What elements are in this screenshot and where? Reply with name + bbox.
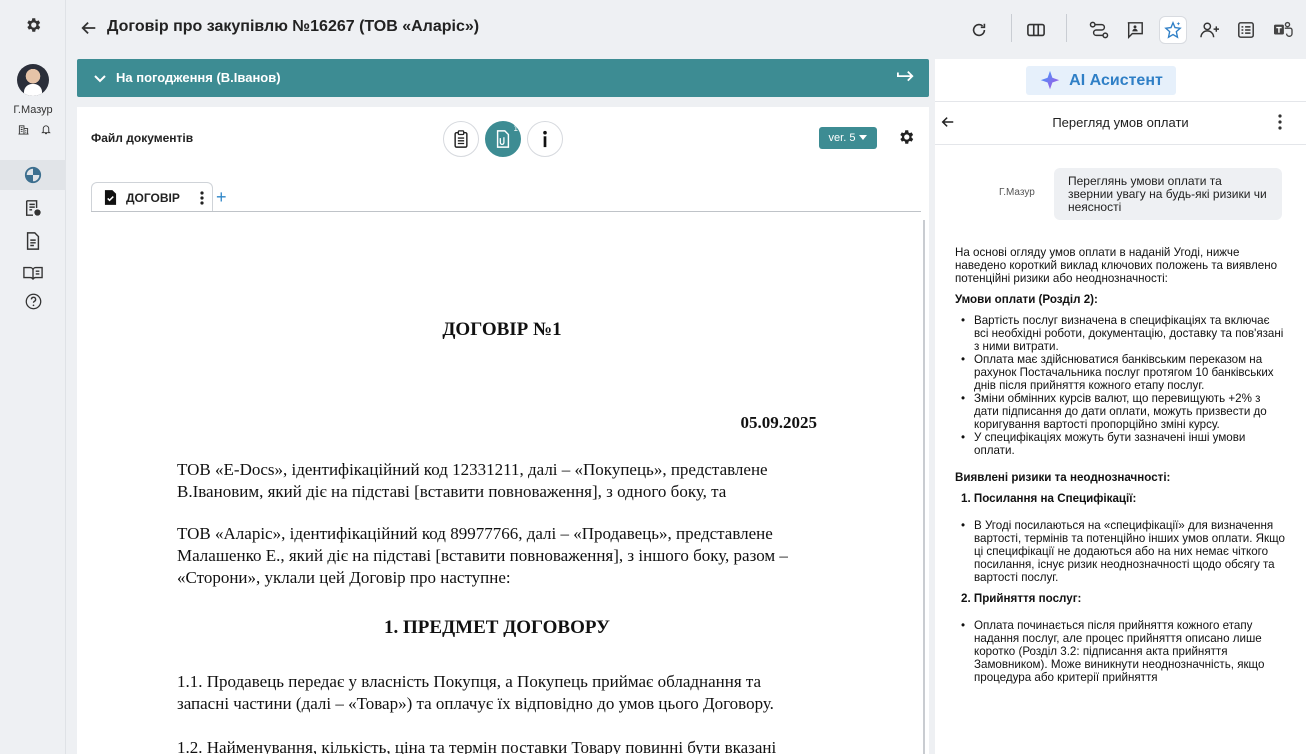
- list-item: Вартість послуг визначена в специфікація…: [955, 314, 1285, 353]
- add-tab-plus-icon[interactable]: +: [216, 187, 227, 208]
- book-icon[interactable]: [0, 265, 66, 281]
- user-message-bubble: Переглянь умови оплати та звернии увагу …: [1054, 168, 1282, 220]
- ai-assistant-title-pill: AI Асистент: [1026, 66, 1176, 95]
- clipboard-button[interactable]: [443, 121, 479, 157]
- payment-terms-list: Вартість послуг визначена в специфікація…: [955, 314, 1285, 457]
- risk-2-list: Оплата починається після прийняття кожно…: [955, 619, 1285, 684]
- message-author: Г.Мазур: [999, 187, 1035, 198]
- route-icon[interactable]: [1085, 16, 1113, 44]
- refresh-icon[interactable]: [965, 16, 993, 44]
- response-intro: На основі огляду умов оплати в наданій У…: [955, 246, 1278, 285]
- tab-contract[interactable]: ДОГОВІР: [91, 182, 213, 212]
- list-item: Зміни обмінних курсів валют, що перевищу…: [955, 392, 1285, 431]
- teams-icon[interactable]: [1269, 16, 1297, 44]
- bell-icon[interactable]: [13, 124, 79, 135]
- settings-gear-icon[interactable]: [0, 16, 66, 34]
- header-divider: [1066, 14, 1067, 42]
- risk-1-title: 1. Посилання на Специфікації:: [961, 492, 1137, 505]
- task-list-clock-icon[interactable]: [0, 199, 66, 217]
- sparkle-icon: [1041, 70, 1060, 89]
- list-view-icon[interactable]: [1232, 16, 1260, 44]
- tab-menu-kebab-icon[interactable]: [200, 191, 204, 210]
- ai-conversation-header: Перегляд умов оплати: [935, 103, 1306, 145]
- approval-status-bar[interactable]: На погодження (В.Іванов): [77, 59, 929, 97]
- conversation-title: Перегляд умов оплати: [1052, 115, 1189, 130]
- list-item: Оплата має здійснюватися банківським пер…: [955, 353, 1285, 392]
- list-item: Оплата починається після прийняття кожно…: [955, 619, 1285, 684]
- party1-paragraph: ТОВ «E-Docs», ідентифікаційний код 12331…: [177, 460, 768, 501]
- risk-1-list: В Угоді посилаються на «специфікації» дл…: [955, 519, 1285, 584]
- info-button[interactable]: [527, 121, 563, 157]
- party2-paragraph: ТОВ «Аларіс», ідентифікаційний код 89977…: [177, 524, 788, 587]
- file-documents-label: Файл документів: [91, 131, 194, 145]
- attachments-button[interactable]: 1: [485, 121, 521, 157]
- rail-user-name: Г.Мазур: [13, 104, 53, 116]
- back-arrow-icon[interactable]: [80, 19, 98, 37]
- page-header: Договір про закупівлю №16267 (ТОВ «Аларі…: [66, 0, 1306, 58]
- left-rail: Г.Мазур: [0, 0, 66, 754]
- risk-2-title: 2. Прийняття послуг:: [961, 592, 1082, 605]
- tab-label: ДОГОВІР: [126, 191, 180, 205]
- tab-underline: [91, 211, 921, 212]
- list-item: В Угоді посилаються на «специфікації» дл…: [955, 519, 1285, 584]
- list-item: У специфікаціях можуть бути зазначені ін…: [955, 431, 1285, 457]
- more-options-kebab-icon[interactable]: [1278, 114, 1282, 135]
- comment-icon[interactable]: [1121, 16, 1149, 44]
- help-icon[interactable]: [0, 293, 66, 310]
- header-divider: [1011, 14, 1012, 42]
- attachment-count-badge: 1: [513, 124, 518, 133]
- caret-down-icon: [859, 135, 868, 140]
- document-scrollbar[interactable]: [923, 220, 925, 754]
- contract-date: 05.09.2025: [740, 413, 818, 432]
- page-title: Договір про закупівлю №16267 (ТОВ «Аларі…: [107, 18, 480, 35]
- contract-heading: ДОГОВІР №1: [442, 319, 562, 340]
- document-panel: Файл документів 1 ver. 5 ДОГОВІР + ДОГОВ…: [77, 107, 929, 754]
- risks-heading: Виявлені ризики та неоднозначності:: [955, 471, 1171, 484]
- ai-title: AI Асистент: [1069, 71, 1163, 89]
- version-dropdown[interactable]: ver. 5: [819, 127, 877, 149]
- ai-assistant-panel: AI Асистент Перегляд умов оплати Г.Мазур…: [935, 59, 1306, 754]
- add-user-icon[interactable]: [1196, 16, 1224, 44]
- columns-layout-icon[interactable]: [1022, 16, 1050, 44]
- approval-label: На погодження (В.Іванов): [116, 70, 281, 85]
- payment-terms-heading: Умови оплати (Розділ 2):: [955, 293, 1098, 306]
- clause-1-1: 1.1. Продавець передає у власність Покуп…: [177, 672, 774, 713]
- clause-1-2: 1.2. Найменування, кількість, ціна та те…: [177, 738, 777, 754]
- dashboard-pie-icon[interactable]: [0, 166, 66, 184]
- ai-response: На основі огляду умов оплати в наданій У…: [955, 246, 1285, 692]
- version-label: ver. 5: [828, 132, 856, 144]
- document-icon[interactable]: [0, 232, 66, 250]
- user-avatar[interactable]: [17, 64, 49, 96]
- chevron-down-icon[interactable]: [94, 71, 106, 89]
- ai-panel-header: AI Асистент: [935, 59, 1306, 102]
- document-check-icon: [104, 190, 117, 210]
- section1-heading: 1. ПРЕДМЕТ ДОГОВОРУ: [384, 617, 610, 638]
- document-settings-gear-icon[interactable]: [897, 128, 915, 151]
- ai-assistant-sparkle-icon[interactable]: [1159, 16, 1187, 44]
- forward-arrow-icon[interactable]: [897, 69, 915, 90]
